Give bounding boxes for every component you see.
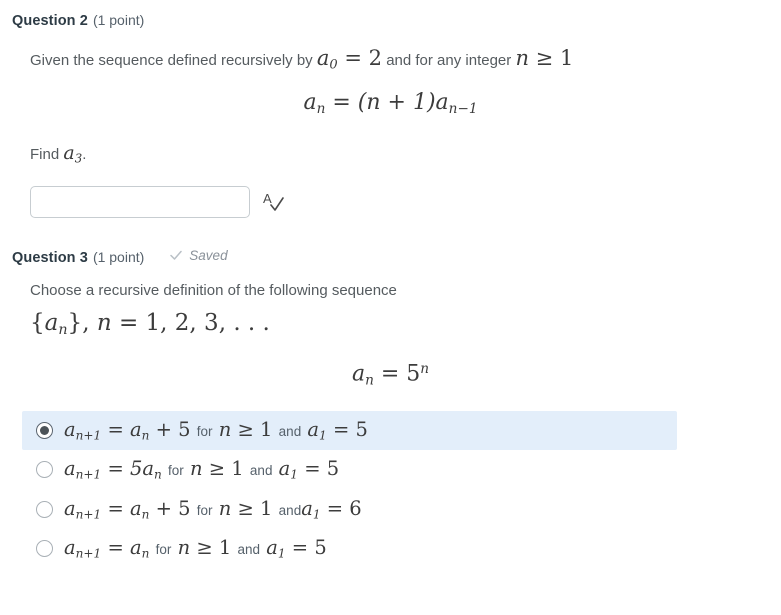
choice-option-1[interactable]: an+1 = 5an for n ≥ 1 and a1 = 5 [22, 450, 677, 489]
question-3-display-equation: an = 5n [351, 361, 430, 389]
find-label: Find [30, 145, 60, 163]
question-3-header: Question 3 (1 point) Saved [0, 248, 781, 267]
question-3-prompt-text: Choose a recursive definition of the fol… [30, 282, 397, 300]
question-3-status: Saved [169, 247, 228, 263]
choice-label-0: an+1 = an + 5 for n ≥ 1 and a1 = 5 [64, 417, 368, 442]
answer-input[interactable] [30, 185, 250, 218]
choice-option-0[interactable]: an+1 = an + 5 for n ≥ 1 and a1 = 5 [22, 410, 677, 451]
question-3-title: Question 3 [12, 250, 88, 267]
choice-option-3[interactable]: an+1 = an for n ≥ 1 and a1 = 5 [22, 529, 677, 568]
question-3-prompt: Choose a recursive definition of the fol… [0, 280, 781, 303]
choice-label-2: an+1 = an + 5 for n ≥ 1 anda1 = 6 [64, 496, 362, 521]
question-2-prompt-part1: Given the sequence defined recursively b… [30, 52, 313, 69]
choice-label-1: an+1 = 5an for n ≥ 1 and a1 = 5 [64, 457, 340, 482]
math-n-geq-one: n ≥ 1 [515, 46, 574, 70]
spellcheck-icon[interactable]: A [262, 190, 284, 214]
question-2-display-equation: an = (n + 1)an−1 [303, 90, 478, 117]
question-3-choice-list: an+1 = an + 5 for n ≥ 1 and a1 = 5 an+1 … [0, 410, 781, 569]
math-a-zero: a0 = 2 [316, 46, 383, 73]
choice-label-3: an+1 = an for n ≥ 1 and a1 = 5 [64, 536, 327, 561]
question-2-answer-row: A [0, 185, 781, 218]
radio-icon-3[interactable] [36, 540, 53, 558]
check-icon [169, 248, 183, 262]
question-2-prompt: Given the sequence defined recursively b… [0, 43, 781, 75]
svg-text:A: A [263, 191, 272, 206]
choice-option-2[interactable]: an+1 = an + 5 for n ≥ 1 anda1 = 6 [22, 490, 677, 529]
question-3-sequence-notation: {an}, n = 1, 2, 3, . . . [30, 309, 270, 338]
question-2-block: Question 2 (1 point) Given the sequence … [0, 0, 781, 218]
question-2-points: (1 point) [92, 12, 145, 28]
question-3-points: (1 point) [92, 249, 145, 266]
math-a-three: a3 [63, 141, 83, 166]
radio-icon-2[interactable] [36, 500, 53, 518]
question-2-title: Question 2 [12, 13, 88, 29]
question-2-prompt-part2: and for any integer [386, 52, 512, 69]
saved-label: Saved [189, 247, 228, 263]
question-3-block: Question 3 (1 point) Saved Choose a recu… [0, 218, 781, 569]
radio-icon-1[interactable] [36, 461, 53, 479]
find-period: . [82, 145, 87, 163]
question-2-header: Question 2 (1 point) [0, 12, 781, 29]
radio-icon-0[interactable] [36, 421, 53, 439]
question-2-find-line: Find a3. [0, 139, 781, 168]
